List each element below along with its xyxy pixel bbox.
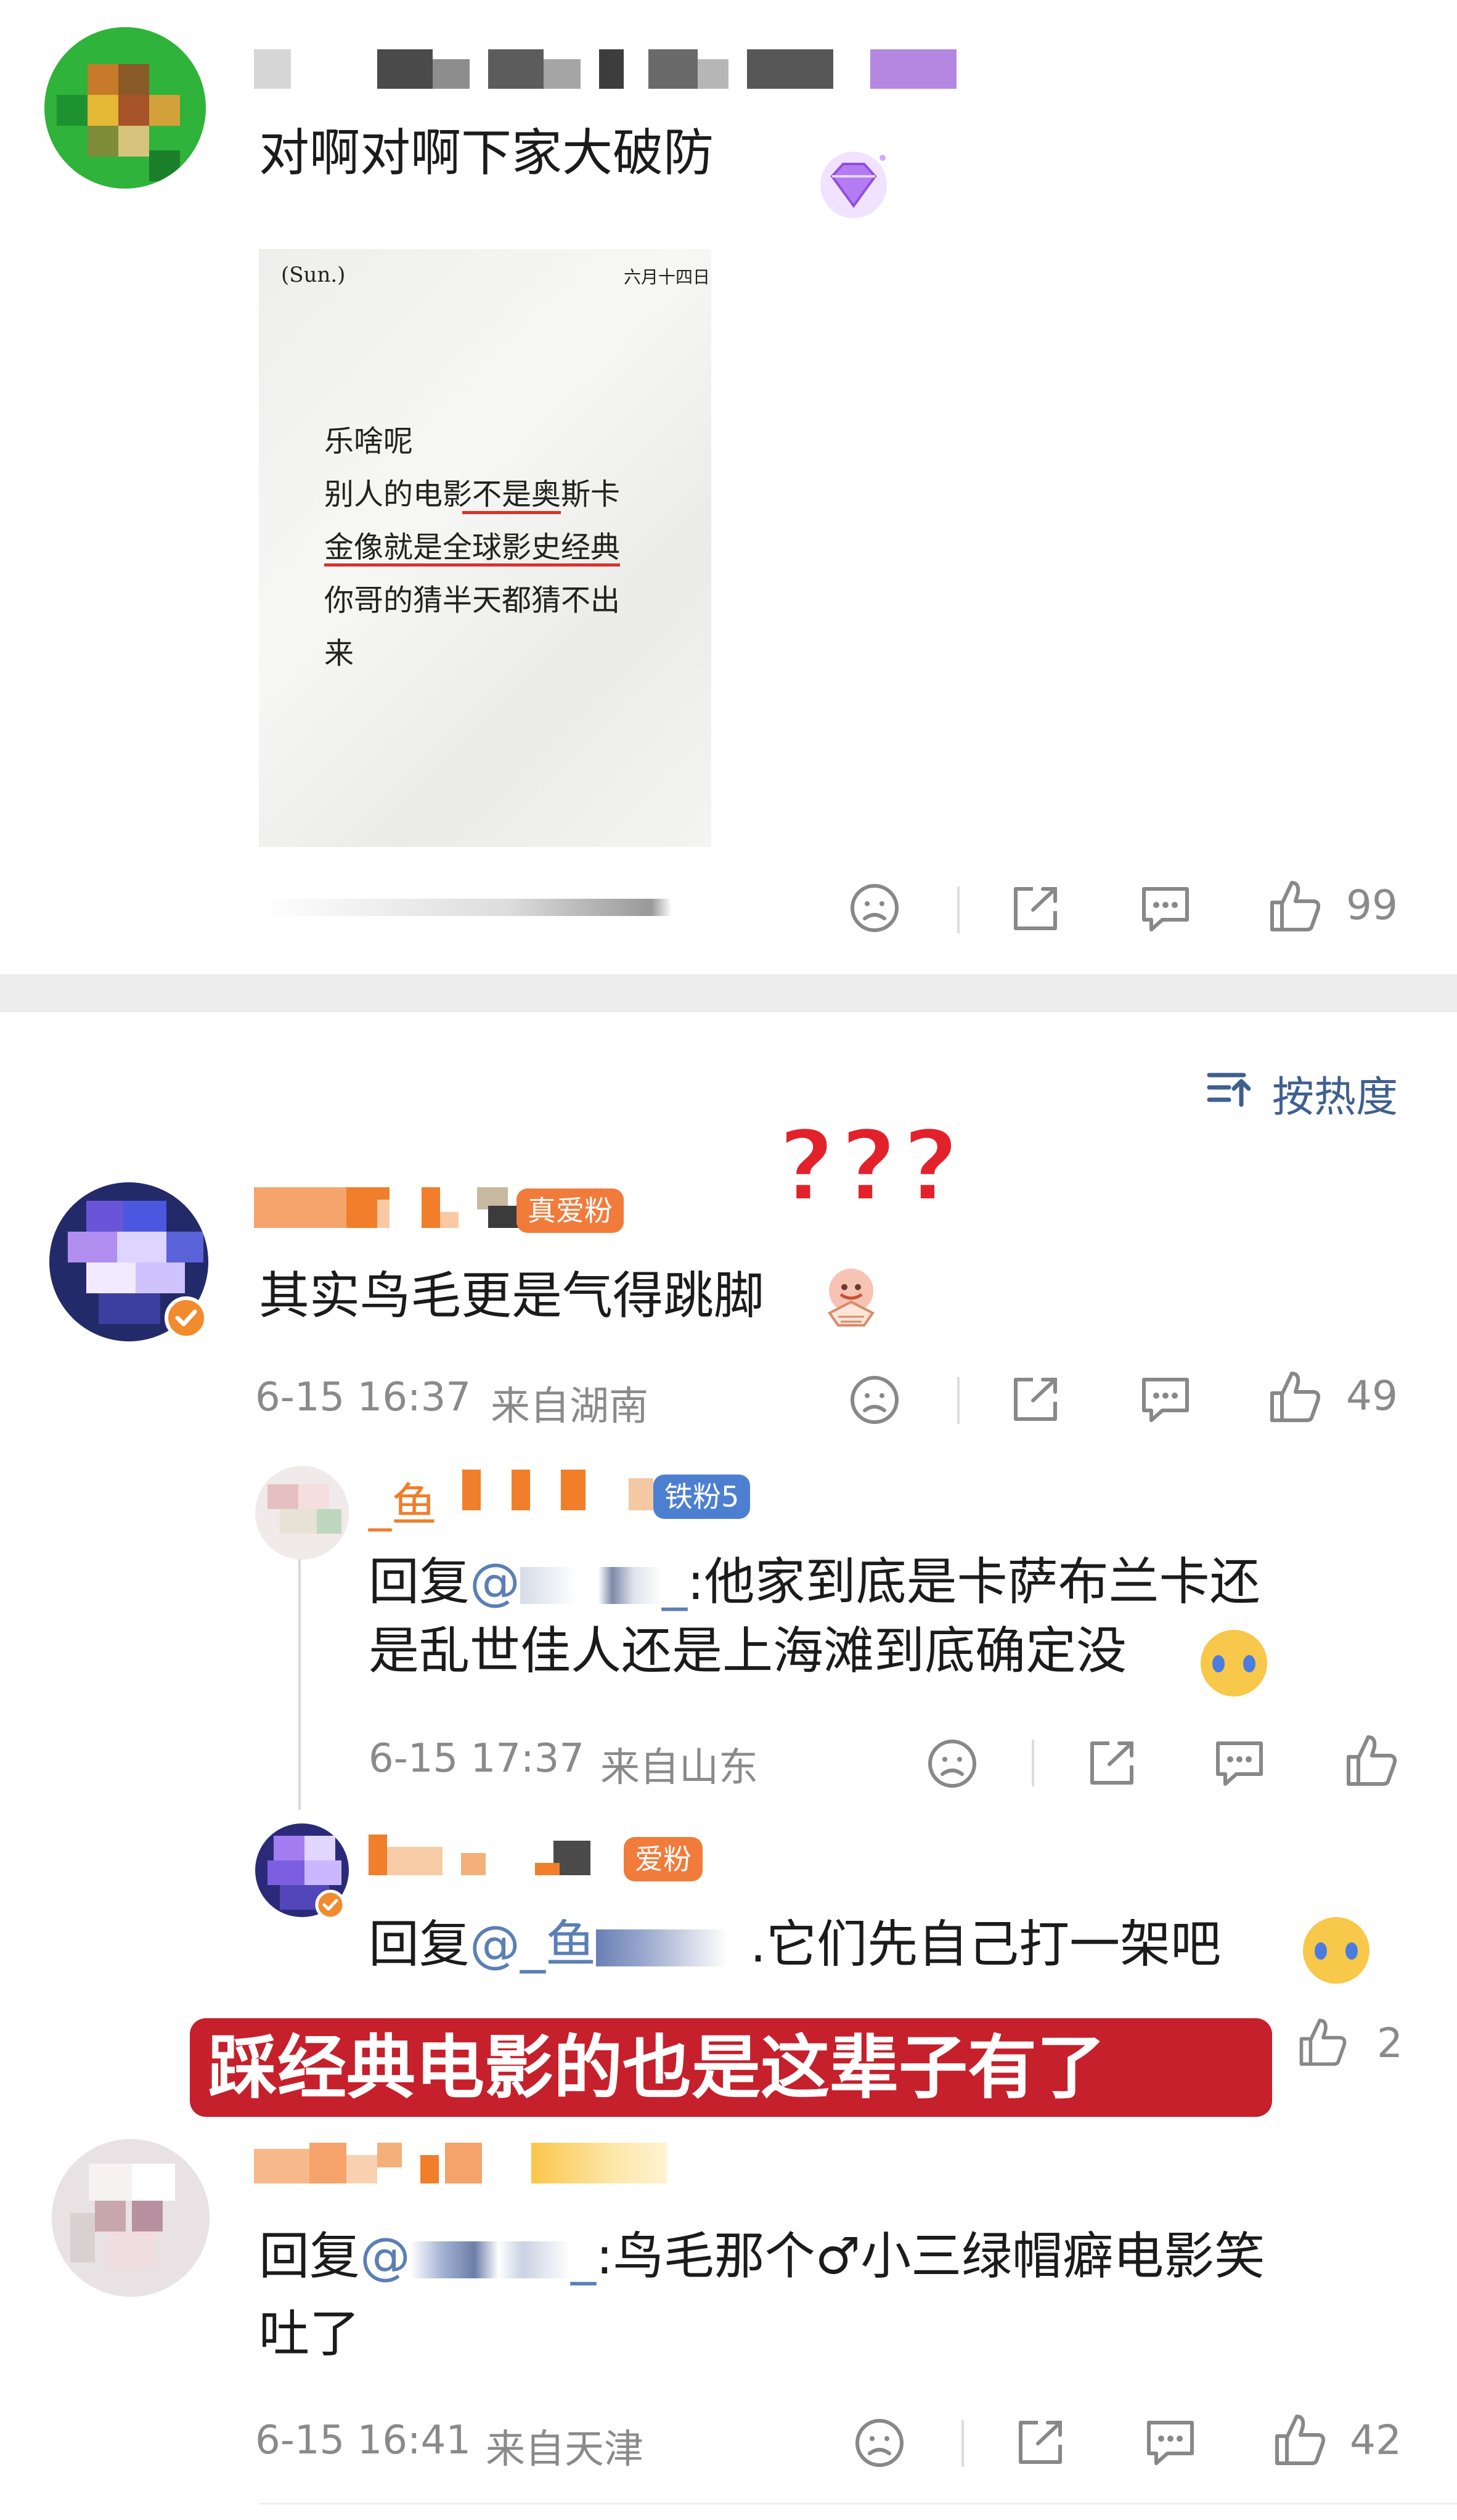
fan-badge: 爱粉: [624, 1837, 703, 1881]
like-icon[interactable]: [1267, 878, 1323, 935]
comment-text-line-1: 回复@ _:鸟毛那个♂小三绿帽癖电影笑: [259, 2227, 1265, 2286]
share-icon[interactable]: [1008, 1372, 1064, 1425]
divider: [1032, 1740, 1034, 1786]
comment-text: 其实鸟毛更是气得跳脚: [259, 1267, 765, 1325]
thread-line: [298, 1532, 301, 1810]
like-icon[interactable]: [1272, 2412, 1328, 2468]
comment-1: 对啊对啊下家大破防 (Sun.) 六月十四日 乐啥呢 别人的电影不是奥斯卡 金像…: [0, 0, 1457, 974]
username-censored[interactable]: [369, 1835, 627, 1878]
caption-text: 踩经典电影的也是这辈子有了: [208, 2028, 1106, 2108]
verified-badge-icon: [164, 1296, 208, 1340]
like-icon[interactable]: [1267, 1368, 1323, 1425]
comment-icon[interactable]: [1212, 1737, 1267, 1789]
cry-emoji: [1201, 1630, 1267, 1696]
image-card[interactable]: (Sun.) 六月十四日 乐啥呢 别人的电影不是奥斯卡 金像就是全球影史经典 你…: [259, 249, 711, 847]
fan-badge: 真爱粉: [516, 1188, 624, 1233]
card-line: 来: [324, 636, 354, 671]
dislike-icon[interactable]: [848, 1373, 901, 1426]
underline-highlight: [324, 563, 620, 567]
avatar[interactable]: [255, 1466, 349, 1560]
card-header-left: (Sun.): [281, 263, 346, 287]
username-censored[interactable]: [254, 1187, 519, 1230]
reply-time: 6-15 17:37: [369, 1736, 585, 1782]
like-icon[interactable]: [1344, 1732, 1399, 1789]
card-line: 金像就是全球影史经典: [324, 530, 621, 565]
caption-banner: 踩经典电影的也是这辈子有了: [190, 2018, 1272, 2117]
card-line: 你哥的猜半天都猜不出: [324, 583, 621, 618]
like-count: 49: [1346, 1372, 1398, 1420]
like-count: 42: [1350, 2416, 1402, 2464]
like-icon[interactable]: [1297, 2016, 1349, 2069]
card-line: 乐啥呢: [324, 424, 414, 459]
comment-location: 来自湖南: [491, 1384, 648, 1430]
username-censored[interactable]: [254, 2143, 667, 2186]
dislike-icon[interactable]: [853, 2416, 906, 2469]
bottom-divider: [259, 2503, 1457, 2505]
comment-text-line-2: 吐了: [259, 2305, 361, 2363]
share-icon[interactable]: [1013, 2415, 1069, 2468]
divider: [961, 2420, 964, 2467]
mention-censored[interactable]: [596, 1929, 751, 1966]
reply-location: 来自山东: [600, 1745, 758, 1791]
avatar[interactable]: [44, 27, 206, 189]
comment-location: 来自天津: [486, 2427, 643, 2473]
sort-label: 按热度: [1272, 1073, 1398, 1122]
comment-time: 6-15 16:41: [255, 2418, 471, 2463]
divider: [957, 886, 960, 933]
reply-username[interactable]: _鱼: [369, 1468, 437, 1534]
section-separator: [0, 974, 1457, 1012]
verified-badge-icon: [314, 1889, 346, 1921]
card-header-right: 六月十四日: [624, 267, 711, 287]
comment-time: 6-15 16:37: [255, 1375, 471, 1420]
username-censored[interactable]: [254, 49, 957, 94]
meta-censored: [259, 899, 672, 916]
share-icon[interactable]: [1008, 882, 1064, 935]
cry-emoji: [1303, 1917, 1369, 1984]
comment-icon[interactable]: [1138, 883, 1193, 935]
dislike-icon[interactable]: [848, 882, 901, 935]
comment-text: 对啊对啊下家大破防: [259, 124, 714, 182]
dislike-icon[interactable]: [926, 1737, 979, 1790]
sticker-icon: [814, 1258, 889, 1333]
username-censored[interactable]: [462, 1470, 659, 1513]
share-icon[interactable]: [1085, 1736, 1140, 1789]
reply-text-line-1: 回复@ _:他家到底是卡萨布兰卡还: [369, 1553, 1260, 1611]
diamond-badge-icon: [814, 147, 894, 221]
comment-icon[interactable]: [1143, 2416, 1198, 2468]
like-count: 99: [1346, 882, 1398, 929]
question-marks-annotation: ???: [776, 1108, 965, 1224]
like-count: 2: [1377, 2019, 1403, 2067]
mention-censored[interactable]: [520, 1566, 663, 1604]
mention-censored[interactable]: [410, 2241, 571, 2278]
avatar[interactable]: [52, 2139, 210, 2297]
fan-badge: 铁粉5: [653, 1475, 751, 1519]
comment-icon[interactable]: [1138, 1373, 1193, 1425]
sort-icon: [1206, 1065, 1254, 1111]
reply-text-line-2: 是乱世佳人还是上海滩到底确定没: [369, 1622, 1127, 1680]
card-line: 别人的电影不是奥斯卡: [324, 477, 621, 512]
divider: [957, 1377, 960, 1424]
underline-highlight: [462, 511, 561, 514]
reply-text: 回复@_鱼 .它们先自己打一架吧: [369, 1915, 1222, 1974]
sort-button[interactable]: 按热度: [1206, 1060, 1409, 1122]
